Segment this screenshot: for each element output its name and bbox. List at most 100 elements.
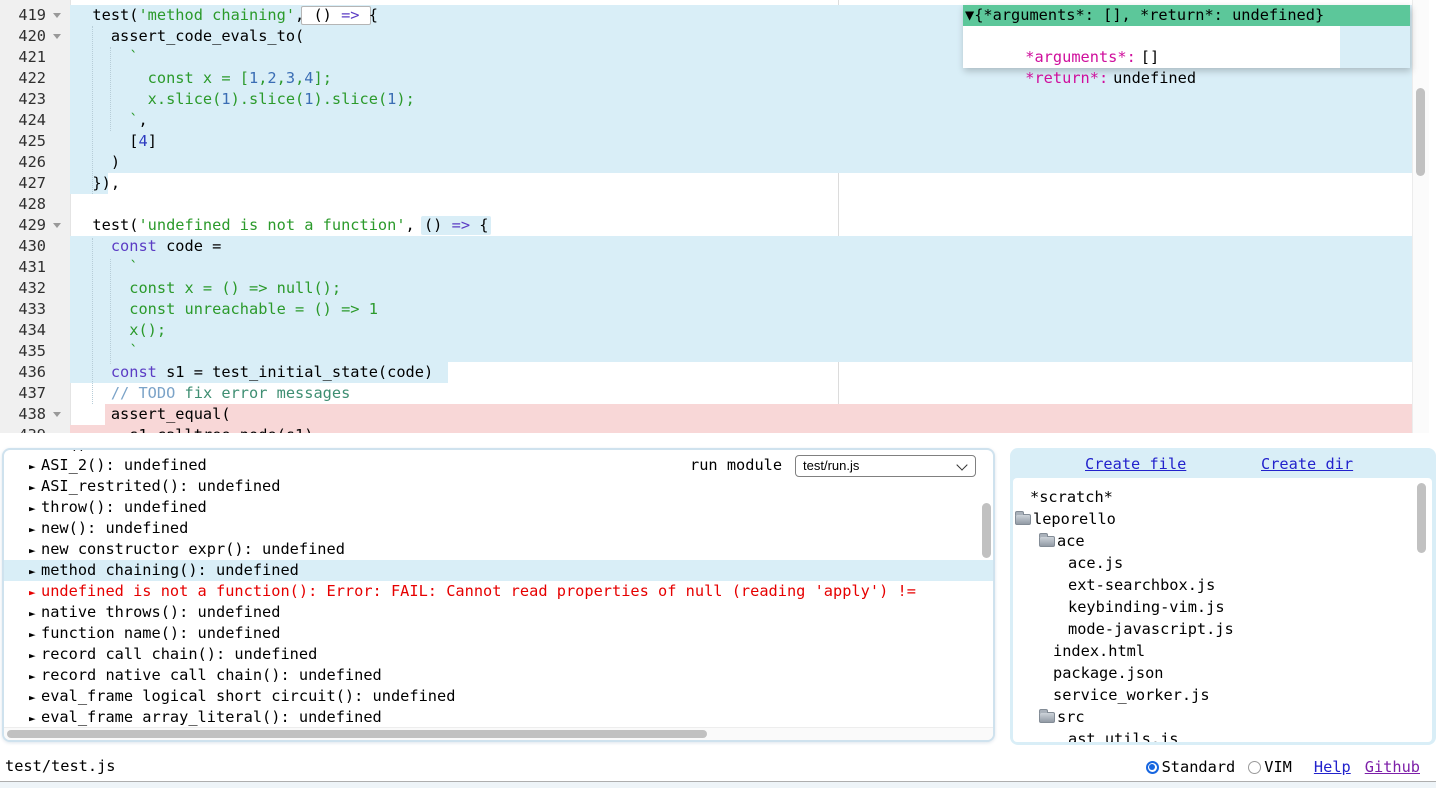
tree-item-label: ace.js — [1068, 552, 1123, 574]
github-link[interactable]: Github — [1365, 758, 1420, 776]
files-scrollbar-thumb[interactable] — [1417, 483, 1426, 553]
expand-arrow-icon[interactable]: ► — [29, 708, 41, 729]
line-number: 426 — [0, 152, 46, 173]
expand-arrow-icon[interactable]: ► — [29, 540, 41, 561]
code-line-427[interactable]: 427 }), — [0, 173, 1436, 194]
tooltip-key: *arguments*: — [1025, 48, 1136, 66]
tree-item[interactable]: mode-javascript.js — [1013, 618, 1432, 640]
line-highlight — [70, 341, 1412, 362]
code-line-434[interactable]: 434 x(); — [0, 320, 1436, 341]
run-module-select[interactable]: test/run.js — [795, 455, 976, 477]
line-number: 435 — [0, 341, 46, 362]
editor-scrollbar-thumb[interactable] — [1416, 88, 1425, 176]
expand-arrow-icon[interactable]: ► — [29, 582, 41, 603]
expand-arrow-icon[interactable]: ► — [29, 645, 41, 666]
tooltip-value: [] — [1141, 48, 1159, 66]
tree-item[interactable]: package.json — [1013, 662, 1432, 684]
line-number: 431 — [0, 257, 46, 278]
tests-vscrollbar-thumb[interactable] — [982, 503, 991, 558]
test-result-item[interactable]: ►ASI(): undefined — [4, 448, 993, 455]
run-module-selected-value: test/run.js — [803, 458, 859, 473]
code-line-424[interactable]: 424 `, — [0, 110, 1436, 131]
tree-item[interactable]: ext-searchbox.js — [1013, 574, 1432, 596]
test-result-label: function name(): undefined — [41, 624, 280, 642]
tree-item[interactable]: ace — [1013, 530, 1432, 552]
expand-arrow-icon[interactable]: ► — [29, 456, 41, 477]
indent-guide — [110, 47, 111, 131]
value-tooltip-header[interactable]: ▼{*arguments*: [], *return*: undefined} — [963, 5, 1410, 26]
expand-arrow-icon[interactable]: ► — [29, 603, 41, 624]
test-result-label: method chaining(): undefined — [41, 561, 299, 579]
tree-item[interactable]: src — [1013, 706, 1432, 728]
code-line-439[interactable]: 439 s1.calltree_node(s1) — [0, 425, 1436, 433]
line-highlight — [70, 257, 1412, 278]
test-result-item[interactable]: ►native throws(): undefined — [4, 602, 993, 623]
code-line-429[interactable]: 429 test('undefined is not a function', … — [0, 215, 1436, 236]
line-number: 420 — [0, 26, 46, 47]
editor-scrollbar-track[interactable] — [1412, 0, 1429, 433]
code-line-432[interactable]: 432 const x = () => null(); — [0, 278, 1436, 299]
line-highlight — [70, 110, 1412, 131]
test-result-item[interactable]: ►ASI_restrited(): undefined — [4, 476, 993, 497]
code-line-437[interactable]: 437 // TODO fix error messages — [0, 383, 1436, 404]
tree-item[interactable]: ace.js — [1013, 552, 1432, 574]
expand-arrow-icon[interactable]: ► — [29, 519, 41, 540]
expand-arrow-icon[interactable]: ► — [29, 666, 41, 687]
vim-radio[interactable] — [1248, 761, 1261, 774]
vim-radio-label[interactable]: VIM — [1264, 758, 1292, 776]
tree-item[interactable]: leporello — [1013, 508, 1432, 530]
test-result-item[interactable]: ►method chaining(): undefined — [4, 560, 993, 581]
code-line-435[interactable]: 435 ` — [0, 341, 1436, 362]
tests-hscrollbar-thumb[interactable] — [7, 730, 707, 738]
create-dir-button[interactable]: Create dir — [1261, 455, 1353, 473]
bottom-strip — [0, 782, 1436, 788]
test-result-item[interactable]: ►record native call chain(): undefined — [4, 665, 993, 686]
value-tooltip-row[interactable]: *arguments*:[] — [963, 26, 1340, 47]
code-line-425[interactable]: 425 [4] — [0, 131, 1436, 152]
expand-arrow-icon[interactable]: ► — [29, 498, 41, 519]
code-line-422[interactable]: 422 const x = [1,2,3,4]; — [0, 68, 1436, 89]
code-line-438[interactable]: 438 assert_equal( — [0, 404, 1436, 425]
code-line-436[interactable]: 436 const s1 = test_initial_state(code) — [0, 362, 1436, 383]
expand-arrow-icon[interactable]: ► — [29, 561, 41, 582]
fold-arrow-icon[interactable] — [53, 223, 61, 228]
expand-arrow-icon[interactable]: ► — [29, 687, 41, 708]
test-result-item[interactable]: ►undefined is not a function(): Error: F… — [4, 581, 993, 602]
expand-arrow-icon[interactable]: ► — [29, 624, 41, 645]
line-highlight — [70, 152, 1412, 173]
test-result-item[interactable]: ►eval_frame array_literal(): undefined — [4, 707, 993, 728]
test-result-item[interactable]: ►new constructor expr(): undefined — [4, 539, 993, 560]
code-line-426[interactable]: 426 ) — [0, 152, 1436, 173]
test-result-item[interactable]: ►new(): undefined — [4, 518, 993, 539]
test-result-item[interactable]: ►throw(): undefined — [4, 497, 993, 518]
code-line-433[interactable]: 433 const unreachable = () => 1 — [0, 299, 1436, 320]
tree-item[interactable]: keybinding-vim.js — [1013, 596, 1432, 618]
standard-radio-label[interactable]: Standard — [1162, 758, 1236, 776]
tests-hscrollbar-track[interactable] — [4, 727, 993, 740]
create-file-button[interactable]: Create file — [1085, 455, 1186, 473]
standard-radio[interactable] — [1146, 761, 1159, 774]
code-line-430[interactable]: 430 const code = — [0, 236, 1436, 257]
line-number: 428 — [0, 194, 46, 215]
tree-item[interactable]: ast_utils.js — [1013, 728, 1432, 742]
fold-arrow-icon[interactable] — [53, 13, 61, 18]
code-line-428[interactable]: 428 — [0, 194, 1436, 215]
line-number: 423 — [0, 89, 46, 110]
test-result-item[interactable]: ►record call chain(): undefined — [4, 644, 993, 665]
code-line-431[interactable]: 431 ` — [0, 257, 1436, 278]
fold-arrow-icon[interactable] — [53, 34, 61, 39]
code-line-423[interactable]: 423 x.slice(1).slice(1).slice(1); — [0, 89, 1436, 110]
expand-arrow-icon[interactable]: ► — [29, 477, 41, 498]
fold-arrow-icon[interactable] — [53, 412, 61, 417]
tree-item[interactable]: service_worker.js — [1013, 684, 1432, 706]
test-results-panel: ►ASI(): undefined►ASI_2(): undefined►ASI… — [2, 448, 995, 742]
tree-item-label: mode-javascript.js — [1068, 618, 1234, 640]
help-link[interactable]: Help — [1314, 758, 1351, 776]
tree-item[interactable]: index.html — [1013, 640, 1432, 662]
line-number: 425 — [0, 131, 46, 152]
tree-item-label: *scratch* — [1030, 486, 1113, 508]
file-tree: *scratch*leporelloaceace.jsext-searchbox… — [1013, 478, 1432, 742]
test-result-item[interactable]: ►eval_frame logical short circuit(): und… — [4, 686, 993, 707]
test-result-item[interactable]: ►function name(): undefined — [4, 623, 993, 644]
tree-item[interactable]: *scratch* — [1013, 486, 1432, 508]
